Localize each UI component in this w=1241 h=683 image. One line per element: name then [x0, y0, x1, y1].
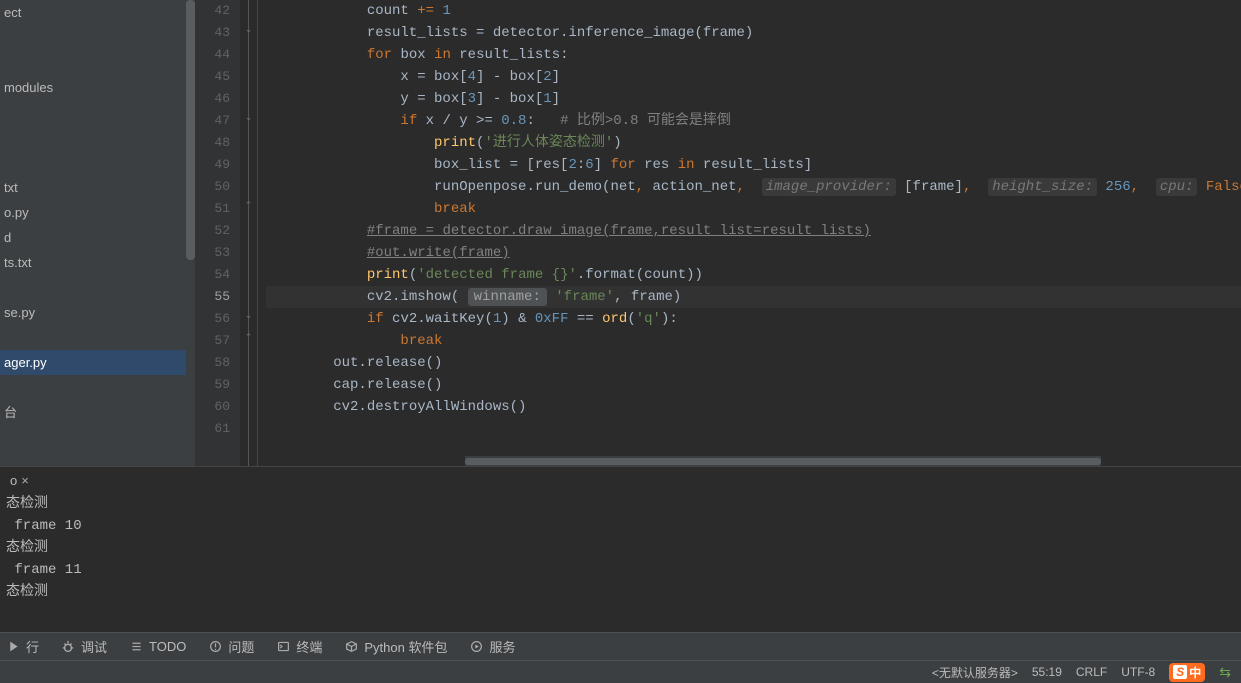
sidebar-item[interactable]: 台: [0, 400, 195, 425]
code-line[interactable]: #out.write(frame): [266, 242, 1241, 264]
line-number[interactable]: 43: [195, 22, 230, 44]
bug-icon: [61, 640, 75, 654]
code-line[interactable]: result_lists = detector.inference_image(…: [266, 22, 1241, 44]
status-server[interactable]: <无默认服务器>: [932, 664, 1018, 681]
line-number[interactable]: 49: [195, 154, 230, 176]
code-line[interactable]: cap.release(): [266, 374, 1241, 396]
code-line[interactable]: for box in result_lists:: [266, 44, 1241, 66]
code-line[interactable]: #frame = detector.draw_image(frame,resul…: [266, 220, 1241, 242]
sidebar-item[interactable]: [0, 25, 195, 50]
line-number[interactable]: 54: [195, 264, 230, 286]
play-icon: [6, 640, 20, 654]
code-line[interactable]: x = box[4] - box[2]: [266, 66, 1241, 88]
code-line[interactable]: if cv2.waitKey(1) & 0xFF == ord('q'):: [266, 308, 1241, 330]
line-number[interactable]: 59: [195, 374, 230, 396]
console-tab-label: o: [10, 470, 17, 492]
ime-indicator-icon[interactable]: S 中: [1169, 663, 1205, 682]
sidebar-scrollbar-thumb[interactable]: [186, 0, 195, 260]
sidebar-item[interactable]: modules: [0, 75, 195, 100]
status-encoding[interactable]: UTF-8: [1121, 665, 1155, 679]
code-line[interactable]: cv2.imshow( winname: 'frame', frame): [266, 286, 1241, 308]
project-sidebar[interactable]: ect modules txto.pydts.txt se.py ager.py 台: [0, 0, 195, 466]
warning-icon: [208, 640, 222, 654]
code-line[interactable]: print('detected frame {}'.format(count)): [266, 264, 1241, 286]
line-number[interactable]: 58: [195, 352, 230, 374]
line-number[interactable]: 42: [195, 0, 230, 22]
sidebar-item[interactable]: d: [0, 225, 195, 250]
sidebar-item[interactable]: [0, 125, 195, 150]
sidebar-item[interactable]: ts.txt: [0, 250, 195, 275]
sidebar-item[interactable]: [0, 50, 195, 75]
editor-hscrollbar[interactable]: [465, 456, 1101, 466]
code-line[interactable]: [266, 418, 1241, 440]
close-icon[interactable]: ×: [21, 470, 29, 492]
package-icon: [344, 640, 358, 654]
editor[interactable]: 4243444546474849505152535455565758596061…: [195, 0, 1241, 466]
console-output-line: 态检测: [6, 537, 1235, 559]
console-output-line: frame 11: [6, 559, 1235, 581]
toolwin-todo[interactable]: TODO: [129, 639, 186, 654]
list-icon: [129, 640, 143, 654]
sidebar-scrollbar-track[interactable]: [186, 0, 195, 450]
code-line[interactable]: count += 1: [266, 0, 1241, 22]
sidebar-item[interactable]: se.py: [0, 300, 195, 325]
terminal-icon: [276, 640, 290, 654]
code-line[interactable]: print('进行人体姿态检测'): [266, 132, 1241, 154]
line-number[interactable]: 60: [195, 396, 230, 418]
toolwin-run[interactable]: 行: [6, 637, 39, 656]
services-play-icon: [469, 640, 483, 654]
code-line[interactable]: break: [266, 330, 1241, 352]
console-output-line: 态检测: [6, 581, 1235, 603]
code-line[interactable]: runOpenpose.run_demo(net, action_net, im…: [266, 176, 1241, 198]
line-number[interactable]: 52: [195, 220, 230, 242]
run-console[interactable]: o × 态检测 frame 10态检测 frame 11态检测: [0, 466, 1241, 632]
sidebar-item[interactable]: [0, 275, 195, 300]
tool-window-bar: 行 调试 TODO 问题 终端 Python 软件包 服务: [0, 632, 1241, 660]
code-line[interactable]: if x / y >= 0.8: # 比例>0.8 可能会是摔倒: [266, 110, 1241, 132]
toolwin-problems[interactable]: 问题: [208, 637, 254, 656]
line-number[interactable]: 56: [195, 308, 230, 330]
editor-hscrollbar-thumb[interactable]: [465, 458, 1101, 465]
line-number[interactable]: 48: [195, 132, 230, 154]
sync-icon[interactable]: ⇆: [1219, 664, 1231, 681]
line-number[interactable]: 57: [195, 330, 230, 352]
toolwin-terminal[interactable]: 终端: [276, 637, 322, 656]
line-number[interactable]: 50: [195, 176, 230, 198]
toolwin-debug[interactable]: 调试: [61, 637, 107, 656]
sidebar-item[interactable]: ager.py: [0, 350, 195, 375]
code-area[interactable]: count += 1 result_lists = detector.infer…: [258, 0, 1241, 466]
editor-gutter[interactable]: 4243444546474849505152535455565758596061: [195, 0, 240, 466]
line-number[interactable]: 51: [195, 198, 230, 220]
code-line[interactable]: out.release(): [266, 352, 1241, 374]
line-number[interactable]: 47: [195, 110, 230, 132]
line-number[interactable]: 44: [195, 44, 230, 66]
code-line[interactable]: cv2.destroyAllWindows(): [266, 396, 1241, 418]
line-number[interactable]: 61: [195, 418, 230, 440]
status-bar: <无默认服务器> 55:19 CRLF UTF-8 S 中 ⇆: [0, 660, 1241, 683]
status-caret-pos[interactable]: 55:19: [1032, 665, 1062, 679]
fold-strip[interactable]: ⌄ ⌄ ⌃ ⌄ ⌃: [240, 0, 258, 466]
sidebar-item[interactable]: o.py: [0, 200, 195, 225]
console-output-line: frame 10: [6, 515, 1235, 537]
sidebar-item[interactable]: ect: [0, 0, 195, 25]
console-output-line: 态检测: [6, 493, 1235, 515]
code-line[interactable]: break: [266, 198, 1241, 220]
sidebar-item[interactable]: [0, 150, 195, 175]
code-line[interactable]: box_list = [res[2:6] for res in result_l…: [266, 154, 1241, 176]
line-number[interactable]: 46: [195, 88, 230, 110]
sidebar-item[interactable]: [0, 375, 195, 400]
toolwin-services[interactable]: 服务: [469, 637, 515, 656]
sidebar-item[interactable]: [0, 325, 195, 350]
console-tab[interactable]: o ×: [6, 470, 33, 492]
sidebar-item[interactable]: [0, 100, 195, 125]
toolwin-python-packages[interactable]: Python 软件包: [344, 637, 447, 656]
code-line[interactable]: y = box[3] - box[1]: [266, 88, 1241, 110]
line-number[interactable]: 53: [195, 242, 230, 264]
line-number[interactable]: 55: [195, 286, 230, 308]
sidebar-item[interactable]: txt: [0, 175, 195, 200]
line-number[interactable]: 45: [195, 66, 230, 88]
status-line-sep[interactable]: CRLF: [1076, 665, 1107, 679]
